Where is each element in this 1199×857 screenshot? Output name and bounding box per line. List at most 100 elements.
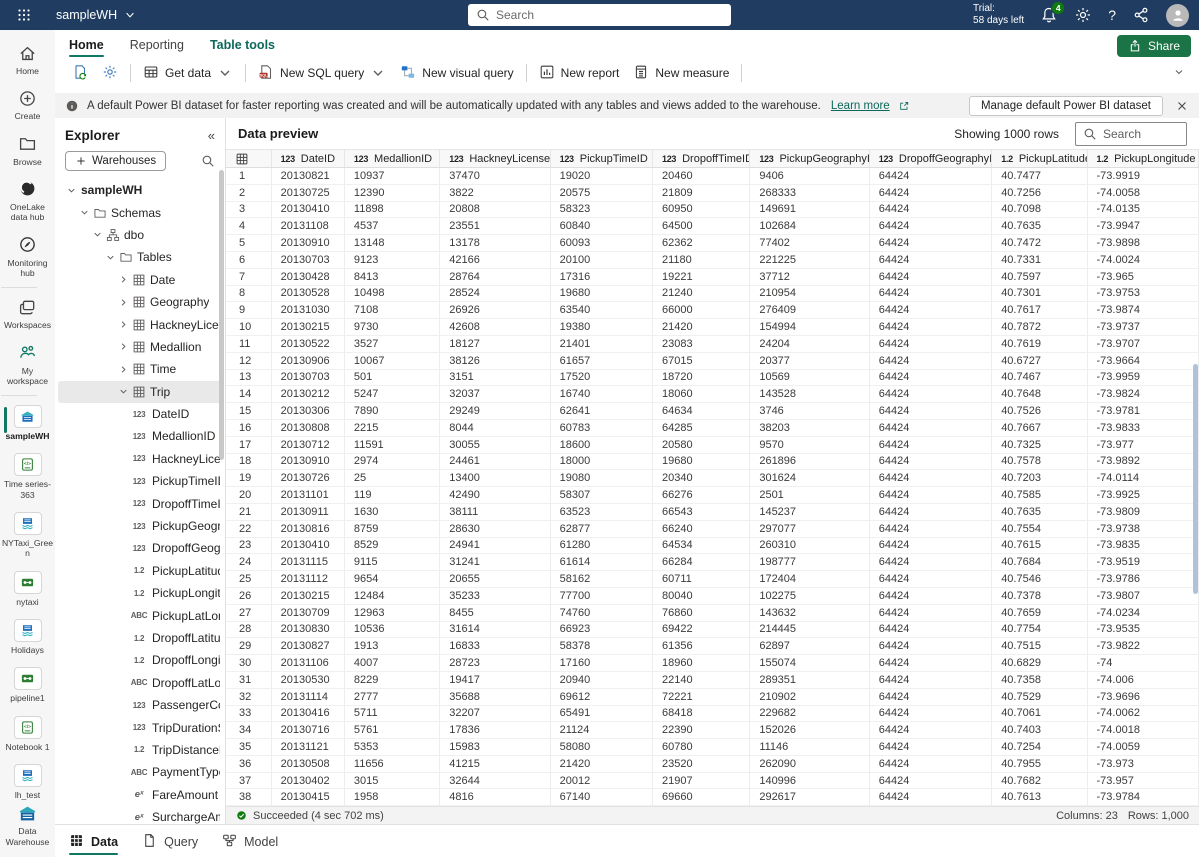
tree-row-pickuplatlong[interactable]: ABCPickupLatLong [58,604,222,626]
table-cell: 20580 [652,436,749,453]
learn-more-link[interactable]: Learn more [831,100,890,112]
tree-row-date[interactable]: Date [58,269,222,291]
tree-row-dropofflongitu-[interactable]: 1.2DropoffLongitu... [58,649,222,671]
tree-row-hackneylicen-[interactable]: HackneyLicen... [58,313,222,335]
new-sql-query-button[interactable]: SQLNew SQL query [251,60,393,87]
rail-item-time-series-363[interactable]: </>Time series-363 [1,447,55,506]
tab-table-tools[interactable]: Table tools [210,38,275,54]
tree-row-pickuplatitude[interactable]: 1.2PickupLatitude [58,560,222,582]
explorer-scrollbar[interactable] [219,170,224,460]
table-cell: 20130703 [271,369,344,386]
chevron-right-icon[interactable] [116,274,130,285]
collapse-ribbon-icon[interactable] [1173,66,1185,78]
rail-item-holidays[interactable]: Holidays [1,613,55,661]
tree-row-pickuptimeid[interactable]: 123PickupTimeID [58,470,222,492]
rail-item-workspaces[interactable]: Workspaces [1,291,55,336]
chevron-down-icon[interactable] [116,386,130,397]
new-measure-button[interactable]: New measure [626,60,736,87]
chevron-right-icon[interactable] [116,341,130,352]
chevron-down-icon[interactable] [90,229,104,240]
rail-item-monitoring-hub[interactable]: Monitoring hub [1,229,55,285]
rail-item-onelake-data-hub[interactable]: OneLake data hub [1,173,55,229]
tree-row-medallion[interactable]: Medallion [58,336,222,358]
rail-item-nytaxi[interactable]: nytaxi [1,565,55,613]
collapse-explorer-icon[interactable]: « [208,128,215,143]
artifact-title[interactable]: sampleWH [56,8,136,22]
preview-search[interactable] [1075,122,1187,146]
table-cell: -73.9809 [1087,503,1198,520]
add-warehouses-button[interactable]: Warehouses [65,151,166,171]
tree-row-dateid[interactable]: 123DateID [58,403,222,425]
preview-search-input[interactable] [1103,127,1179,141]
rail-item-home[interactable]: Home [1,37,55,82]
tree-row-time[interactable]: Time [58,358,222,380]
app-launcher-icon[interactable] [0,0,48,30]
tree-row-schemas[interactable]: Schemas [58,201,222,223]
notifications-button[interactable]: 4 [1040,6,1058,24]
explorer-search-icon[interactable] [201,154,215,168]
chevron-right-icon[interactable] [116,297,130,308]
rail-item-create[interactable]: Create [1,82,55,127]
tree-row-samplewh[interactable]: sampleWH [58,179,222,201]
global-search[interactable] [468,4,731,26]
tree-row-pickuplongitude[interactable]: 1.2PickupLongitude [58,582,222,604]
share-button[interactable]: Share [1117,35,1191,57]
rail-item-my-workspace[interactable]: My workspace [1,337,55,393]
chevron-down-icon[interactable] [103,252,117,263]
table-cell: -73.9664 [1087,352,1198,369]
view-tab-model[interactable]: Model [222,825,278,857]
chevron-right-icon[interactable] [116,319,130,330]
tree-row-dropoffgeogra-[interactable]: 123DropoffGeogra... [58,537,222,559]
rail-item-nytaxi-green[interactable]: NYTaxi_Green [1,506,55,565]
chevron-down-icon[interactable] [64,185,78,196]
rail-item-browse[interactable]: Browse [1,128,55,173]
tree-row-dbo[interactable]: dbo [58,224,222,246]
tree-row-geography[interactable]: Geography [58,291,222,313]
global-search-input[interactable] [496,8,723,22]
new-item-button[interactable] [65,60,95,87]
feedback-button[interactable] [1132,6,1150,24]
tree-row-dropofflatitude[interactable]: 1.2DropoffLatitude [58,627,222,649]
tree-row-trip[interactable]: Trip [58,381,222,403]
settings-button[interactable] [95,60,125,87]
tree-row-paymenttype[interactable]: ABCPaymentType [58,761,222,783]
new-report-button[interactable]: New report [532,60,627,87]
rail-item-data-warehouse[interactable]: Data Warehouse [0,797,55,853]
tree-row-pickupgeograp-[interactable]: 123PickupGeograp... [58,515,222,537]
tree-row-tripdurationse-[interactable]: 123TripDurationSe... [58,716,222,738]
view-tab-data[interactable]: Data [69,825,118,857]
chevron-down-icon[interactable] [77,207,91,218]
help-button[interactable]: ? [1108,7,1116,23]
tree-row-passengercount[interactable]: 123PassengerCount [58,694,222,716]
table-cell: 40.7526 [992,403,1087,420]
settings-button[interactable] [1074,6,1092,24]
tree-row-hackneylicens-[interactable]: 123HackneyLicens... [58,448,222,470]
table-cell: 40.7648 [992,386,1087,403]
table-cell: 40.7254 [992,739,1087,756]
tree-row-dropofftimeid[interactable]: 123DropoffTimeID [58,492,222,514]
account-avatar[interactable] [1166,4,1189,27]
tree-row-tripdistancemil-[interactable]: 1.2TripDistanceMil... [58,739,222,761]
tree-row-dropofflatlong[interactable]: ABCDropoffLatLong [58,672,222,694]
table-cell: 20340 [652,470,749,487]
rail-item-samplewh[interactable]: sampleWH [1,399,55,447]
table-cell: 289351 [750,671,869,688]
rail-item-notebook-1[interactable]: </>Notebook 1 [1,710,55,758]
tree-row-medallionid[interactable]: 123MedallionID [58,425,222,447]
tree-row-tables[interactable]: Tables [58,246,222,268]
column-type-icon: 1.2 [129,589,149,598]
view-tab-query[interactable]: Query [142,825,198,857]
close-banner-icon[interactable] [1175,99,1189,113]
grid-scrollbar[interactable] [1193,364,1198,594]
get-data-button[interactable]: Get data [136,60,240,87]
new-visual-query-button[interactable]: New visual query [393,60,520,87]
chevron-right-icon[interactable] [116,364,130,375]
tab-reporting[interactable]: Reporting [130,38,184,54]
tree-item-label: Medallion [150,340,201,354]
tree-row-surchargeamo-[interactable]: eˣSurchargeAmo... [58,806,222,824]
tab-home[interactable]: Home [69,38,104,54]
table-cell: 61356 [652,638,749,655]
tree-row-fareamount[interactable]: eˣFareAmount [58,784,222,806]
manage-dataset-button[interactable]: Manage default Power BI dataset [969,96,1163,116]
rail-item-pipeline1[interactable]: pipeline1 [1,661,55,709]
